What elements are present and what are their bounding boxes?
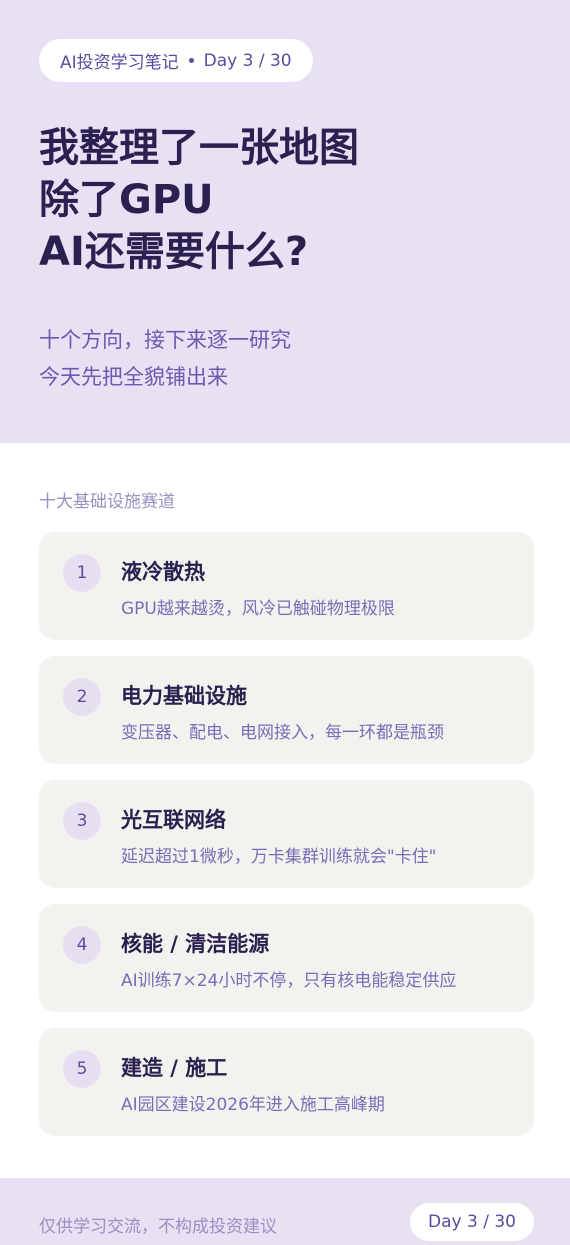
item-number-badge: 2 [63,678,101,716]
item-number-badge: 1 [63,554,101,592]
footer: 仅供学习交流，不构成投资建议 Day 3 / 30 [0,1178,570,1245]
separator-dot-icon [188,58,194,63]
title-line-1: 我整理了一张地图 [39,125,359,171]
item-description: AI园区建设2026年进入施工高峰期 [121,1095,385,1115]
item-description: 变压器、配电、电网接入，每一环都是瓶颈 [121,723,444,743]
list-item: 2 电力基础设施 变压器、配电、电网接入，每一环都是瓶颈 [39,656,534,764]
item-title: 建造 / 施工 [121,1056,228,1080]
section-label: 十大基础设施赛道 [39,492,175,512]
series-badge: AI投资学习笔记 Day 3 / 30 [39,39,313,82]
subtitle-line-1: 十个方向，接下来逐一研究 [39,328,291,352]
item-title: 液冷散热 [121,560,205,584]
item-description: AI训练7×24小时不停，只有核电能稳定供应 [121,971,457,991]
item-number-badge: 4 [63,926,101,964]
page-title: 我整理了一张地图 除了GPU AI还需要什么? [39,122,539,278]
hero-section: AI投资学习笔记 Day 3 / 30 我整理了一张地图 除了GPU AI还需要… [0,0,570,443]
subtitle: 十个方向，接下来逐一研究 今天先把全貌铺出来 [39,322,539,396]
list-item: 5 建造 / 施工 AI园区建设2026年进入施工高峰期 [39,1028,534,1136]
item-number-badge: 5 [63,1050,101,1088]
item-description: 延迟超过1微秒，万卡集群训练就会"卡住" [121,847,437,867]
list-item: 1 液冷散热 GPU越来越烫，风冷已触碰物理极限 [39,532,534,640]
item-description: GPU越来越烫，风冷已触碰物理极限 [121,599,395,619]
item-title: 电力基础设施 [121,684,247,708]
day-badge: Day 3 / 30 [410,1203,534,1241]
subtitle-line-2: 今天先把全貌铺出来 [39,365,228,389]
list-item: 3 光互联网络 延迟超过1微秒，万卡集群训练就会"卡住" [39,780,534,888]
series-badge-day: Day 3 / 30 [203,50,292,71]
disclaimer-text: 仅供学习交流，不构成投资建议 [39,1217,277,1237]
series-badge-label: AI投资学习笔记 [60,53,179,73]
list-item: 4 核能 / 清洁能源 AI训练7×24小时不停，只有核电能稳定供应 [39,904,534,1012]
item-number-badge: 3 [63,802,101,840]
title-line-2: 除了GPU [39,177,214,223]
track-list: 1 液冷散热 GPU越来越烫，风冷已触碰物理极限 2 电力基础设施 变压器、配电… [39,532,534,1152]
item-title: 核能 / 清洁能源 [121,932,270,956]
item-title: 光互联网络 [121,808,226,832]
title-line-3: AI还需要什么? [39,229,309,275]
